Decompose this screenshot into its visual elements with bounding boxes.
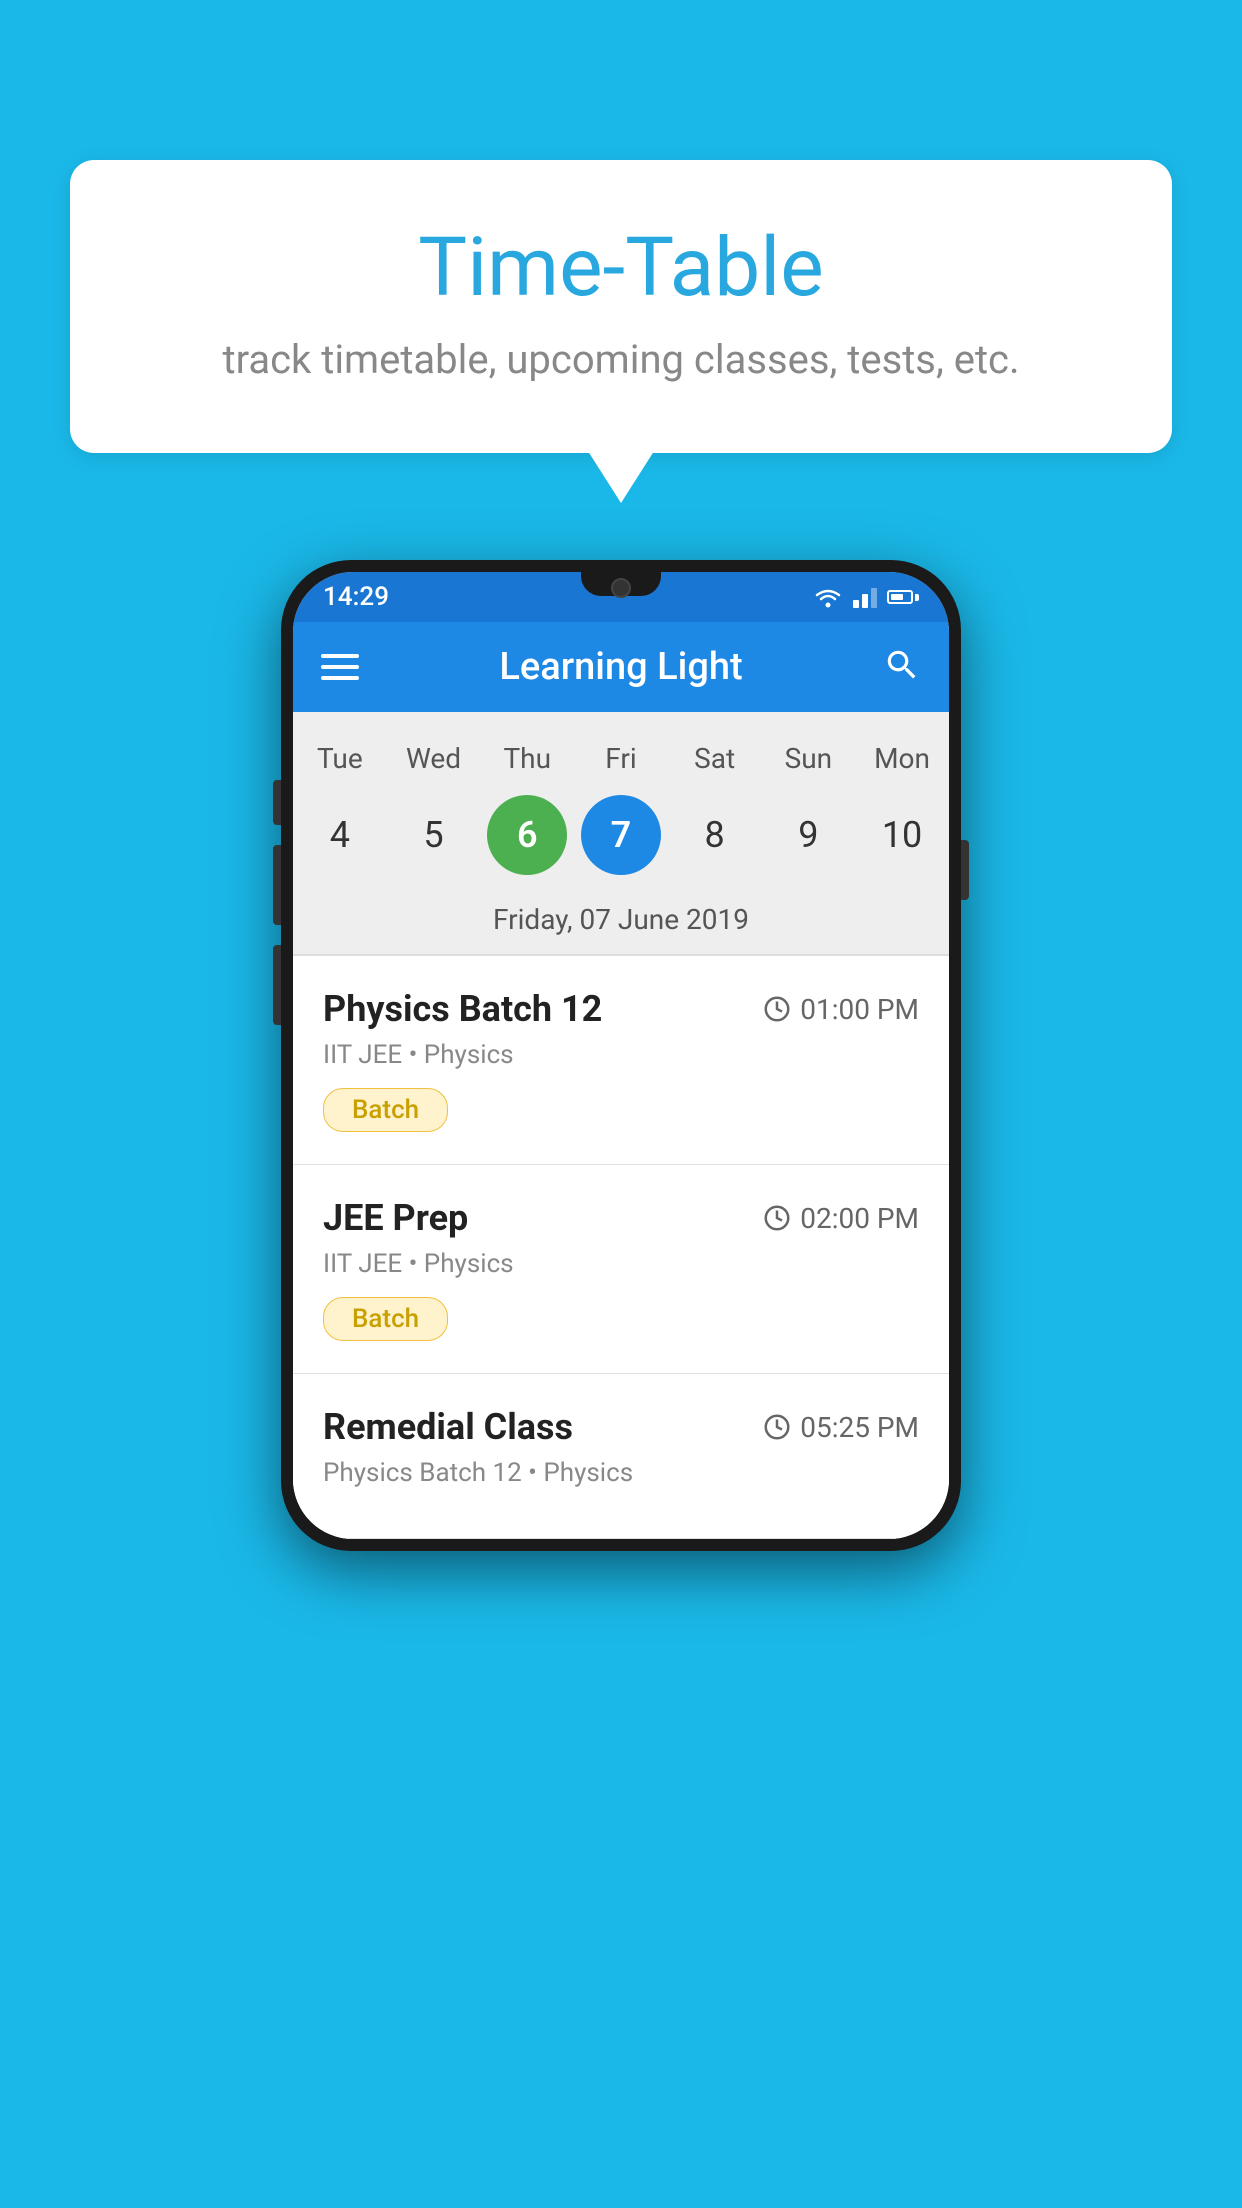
schedule-item-2-subtitle: IIT JEE • Physics <box>323 1249 919 1279</box>
schedule-item-2-time: 02:00 PM <box>762 1202 919 1235</box>
app-title: Learning Light <box>499 645 742 689</box>
schedule-item-1-subtitle: IIT JEE • Physics <box>323 1040 919 1070</box>
phone-container: 14:29 <box>281 560 961 1551</box>
day-mon: Mon <box>862 742 942 775</box>
schedule-item-3-title: Remedial Class <box>323 1406 573 1448</box>
status-time: 14:29 <box>323 582 389 612</box>
schedule-item-3-time: 05:25 PM <box>762 1411 919 1444</box>
schedule-item-3-header: Remedial Class 05:25 PM <box>323 1406 919 1448</box>
phone-camera <box>611 578 631 598</box>
phone-screen: 14:29 <box>293 572 949 1539</box>
clock-icon-3 <box>762 1412 792 1442</box>
app-bar: Learning Light <box>293 622 949 712</box>
batch-badge-2: Batch <box>323 1297 448 1341</box>
menu-icon[interactable] <box>321 654 359 680</box>
schedule-item-1-title: Physics Batch 12 <box>323 988 602 1030</box>
schedule-list: Physics Batch 12 01:00 PM IIT JEE • Phys… <box>293 956 949 1539</box>
schedule-item-2[interactable]: JEE Prep 02:00 PM IIT JEE • Physics Batc… <box>293 1165 949 1374</box>
volume-down-button <box>273 945 281 1025</box>
bubble-subtitle: track timetable, upcoming classes, tests… <box>150 336 1092 383</box>
batch-badge-1: Batch <box>323 1088 448 1132</box>
day-4[interactable]: 4 <box>300 795 380 875</box>
selected-date-label: Friday, 07 June 2019 <box>293 895 949 954</box>
bubble-title: Time-Table <box>150 220 1092 316</box>
day-10[interactable]: 10 <box>862 795 942 875</box>
day-6-today[interactable]: 6 <box>487 795 567 875</box>
schedule-item-1-time: 01:00 PM <box>762 993 919 1026</box>
search-icon[interactable] <box>883 646 921 688</box>
day-fri: Fri <box>581 742 661 775</box>
calendar-section: Tue Wed Thu Fri Sat Sun Mon 4 5 6 7 8 9 … <box>293 712 949 954</box>
day-tue: Tue <box>300 742 380 775</box>
day-sun: Sun <box>768 742 848 775</box>
phone-frame: 14:29 <box>281 560 961 1551</box>
day-sat: Sat <box>675 742 755 775</box>
schedule-item-3-subtitle: Physics Batch 12 • Physics <box>323 1458 919 1488</box>
day-headers: Tue Wed Thu Fri Sat Sun Mon <box>293 732 949 785</box>
schedule-item-1-header: Physics Batch 12 01:00 PM <box>323 988 919 1030</box>
signal-bars-icon <box>853 586 877 608</box>
schedule-item-2-header: JEE Prep 02:00 PM <box>323 1197 919 1239</box>
day-9[interactable]: 9 <box>768 795 848 875</box>
volume-up-button <box>273 845 281 925</box>
clock-icon-1 <box>762 994 792 1024</box>
clock-icon-2 <box>762 1203 792 1233</box>
battery-icon <box>887 590 919 604</box>
day-thu: Thu <box>487 742 567 775</box>
power-button <box>961 840 969 900</box>
day-7-selected[interactable]: 7 <box>581 795 661 875</box>
speech-bubble-container: Time-Table track timetable, upcoming cla… <box>70 160 1172 453</box>
schedule-item-3[interactable]: Remedial Class 05:25 PM Physics Batch 12… <box>293 1374 949 1539</box>
speech-bubble: Time-Table track timetable, upcoming cla… <box>70 160 1172 453</box>
status-icons <box>813 586 919 608</box>
day-wed: Wed <box>394 742 474 775</box>
schedule-item-1[interactable]: Physics Batch 12 01:00 PM IIT JEE • Phys… <box>293 956 949 1165</box>
mute-button <box>273 780 281 825</box>
day-8[interactable]: 8 <box>675 795 755 875</box>
day-5[interactable]: 5 <box>394 795 474 875</box>
wifi-icon <box>813 586 843 608</box>
day-numbers: 4 5 6 7 8 9 10 <box>293 785 949 895</box>
schedule-item-2-title: JEE Prep <box>323 1197 468 1239</box>
